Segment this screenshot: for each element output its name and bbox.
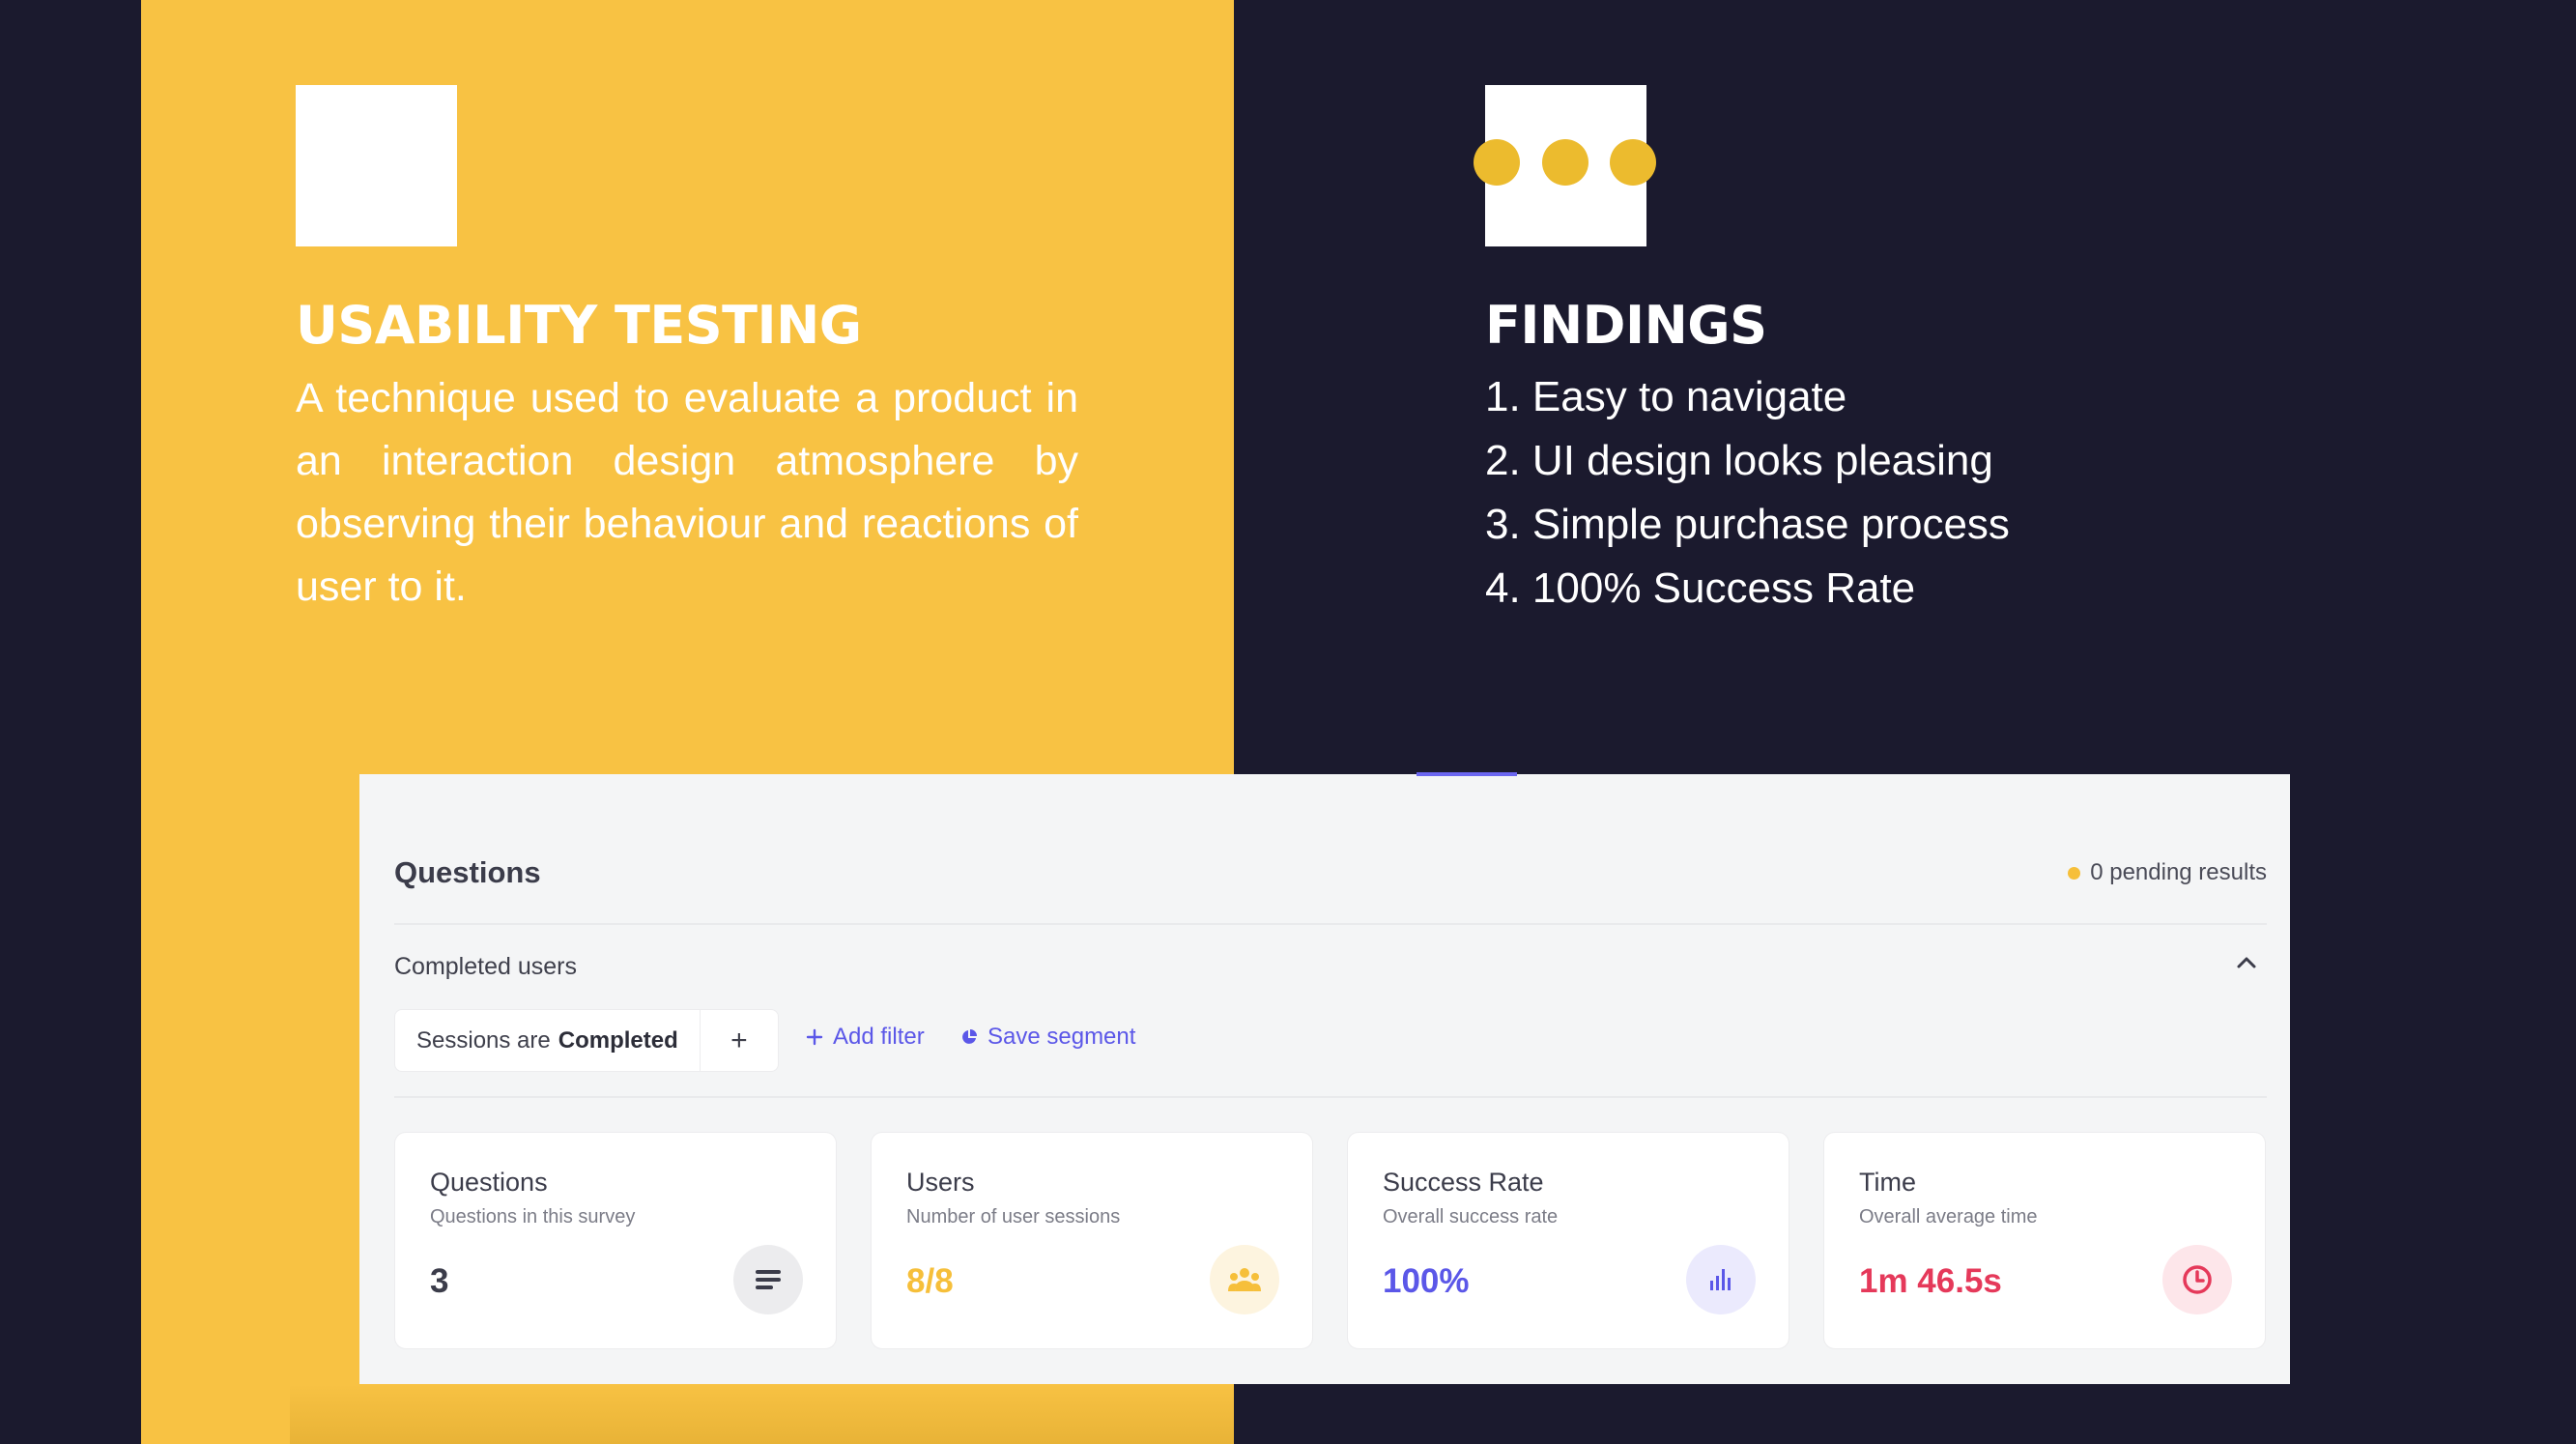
add-condition-button[interactable]: + (701, 1010, 778, 1071)
users-icon (1210, 1245, 1279, 1314)
add-filter-button[interactable]: Add filter (806, 1024, 925, 1051)
page-title: Questions (394, 855, 541, 889)
ellipsis-dot-icon (1474, 139, 1520, 186)
card-value: 100% (1383, 1262, 1470, 1300)
findings-title: FINDINGS (1485, 295, 1767, 356)
pending-results-label: 0 pending results (2090, 859, 2267, 885)
pie-chart-icon (962, 1029, 977, 1044)
stat-card-questions: Questions Questions in this survey 3 (394, 1132, 837, 1349)
divider (394, 1096, 2267, 1098)
usability-testing-title: USABILITY TESTING (296, 295, 862, 356)
card-subtitle: Questions in this survey (430, 1206, 636, 1227)
card-title: Users (906, 1168, 975, 1197)
segment-label: Completed users (394, 953, 577, 980)
card-title: Success Rate (1383, 1168, 1544, 1197)
status-dot-icon (2068, 866, 2081, 880)
card-value: 3 (430, 1262, 449, 1300)
card-title: Questions (430, 1168, 548, 1197)
stat-card-success-rate: Success Rate Overall success rate 100% (1347, 1132, 1789, 1349)
add-filter-label: Add filter (833, 1024, 925, 1050)
finding-item: 3. Simple purchase process (1485, 501, 2010, 548)
white-square-icon (296, 85, 457, 246)
save-segment-button[interactable]: Save segment (960, 1024, 1135, 1051)
finding-item: 2. UI design looks pleasing (1485, 437, 1993, 484)
panel-shadow (290, 1384, 1234, 1444)
clock-icon (2162, 1245, 2232, 1314)
bar-chart-icon (1686, 1245, 1756, 1314)
finding-item: 4. 100% Success Rate (1485, 564, 1916, 612)
chevron-up-icon[interactable] (2232, 948, 2261, 977)
survey-dashboard-screenshot: Questions 0 pending results Completed us… (359, 772, 2290, 1384)
card-subtitle: Overall average time (1859, 1206, 2038, 1227)
card-subtitle: Overall success rate (1383, 1206, 1559, 1227)
card-subtitle: Number of user sessions (906, 1206, 1121, 1227)
plus-icon (806, 1028, 823, 1046)
findings-list: 1. Easy to navigate 2. UI design looks p… (1485, 365, 2010, 621)
filter-prefix: Sessions are (416, 1026, 551, 1054)
filter-chip[interactable]: Sessions are Completed + (394, 1009, 779, 1072)
stat-card-users: Users Number of user sessions 8/8 (871, 1132, 1313, 1349)
list-icon (733, 1245, 803, 1314)
save-segment-label: Save segment (987, 1024, 1136, 1050)
finding-item: 1. Easy to navigate (1485, 373, 1847, 420)
filter-value: Completed (558, 1026, 678, 1054)
active-tab-indicator (1417, 772, 1517, 776)
card-value: 8/8 (906, 1262, 954, 1300)
card-value: 1m 46.5s (1859, 1262, 2002, 1300)
card-title: Time (1859, 1168, 1916, 1197)
divider (394, 923, 2267, 925)
usability-testing-description: A technique used to evaluate a product i… (296, 375, 1078, 610)
stat-card-time: Time Overall average time 1m 46.5s (1823, 1132, 2266, 1349)
pending-results-status: 0 pending results (2068, 859, 2267, 886)
filter-chip-label[interactable]: Sessions are Completed (395, 1010, 701, 1071)
ellipsis-dot-icon (1542, 139, 1589, 186)
ellipsis-dot-icon (1610, 139, 1656, 186)
